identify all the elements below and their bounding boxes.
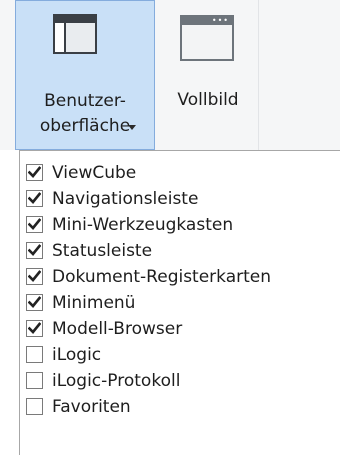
menu-item-mini-werkzeugkasten[interactable]: Mini-Werkzeugkasten (20, 212, 340, 238)
checkmark-icon (28, 296, 41, 308)
menu-item-ilogic[interactable]: iLogic (20, 342, 340, 368)
menu-item-ilogic-protokoll[interactable]: iLogic-Protokoll (20, 368, 340, 394)
checkmark-icon (28, 244, 41, 256)
checkbox[interactable] (26, 242, 43, 259)
menu-item-label: Mini-Werkzeugkasten (52, 215, 234, 235)
menu-item-dokument-registerkarten[interactable]: Dokument-Registerkarten (20, 264, 340, 290)
checkbox[interactable] (26, 398, 43, 415)
ribbon-separator (258, 0, 259, 150)
window-fullscreen-icon: ••• (180, 15, 234, 61)
menu-item-statusleiste[interactable]: Statusleiste (20, 238, 340, 264)
checkbox[interactable] (26, 320, 43, 337)
menu-item-label: Minimenü (52, 293, 136, 313)
user-interface-dropdown-menu: ViewCube Navigationsleiste Mini-Werkzeug… (19, 150, 340, 455)
menu-item-navigationsleiste[interactable]: Navigationsleiste (20, 186, 340, 212)
checkbox[interactable] (26, 346, 43, 363)
menu-item-modell-browser[interactable]: Modell-Browser (20, 316, 340, 342)
menu-item-label: Modell-Browser (52, 319, 183, 339)
user-interface-label-line1: Benutzer- (44, 91, 126, 111)
checkmark-icon (28, 218, 41, 230)
ribbon-panel: Benutzer- oberfläche ••• Vollbild (0, 0, 340, 150)
fullscreen-button[interactable]: ••• Vollbild (160, 0, 256, 150)
menu-item-label: Navigationsleiste (52, 189, 199, 209)
menu-item-label: ViewCube (52, 163, 137, 183)
checkbox[interactable] (26, 216, 43, 233)
checkbox[interactable] (26, 164, 43, 181)
user-interface-button[interactable]: Benutzer- oberfläche (15, 0, 155, 150)
checkbox[interactable] (26, 294, 43, 311)
menu-item-label: iLogic-Protokoll (52, 371, 181, 391)
menu-item-label: Dokument-Registerkarten (52, 267, 272, 287)
checkbox[interactable] (26, 372, 43, 389)
dropdown-arrow-icon[interactable] (128, 125, 136, 130)
menu-item-minimenue[interactable]: Minimenü (20, 290, 340, 316)
menu-item-favoriten[interactable]: Favoriten (20, 394, 340, 420)
menu-item-label: Favoriten (52, 397, 131, 417)
fullscreen-label: Vollbild (177, 90, 239, 110)
checkmark-icon (28, 166, 41, 178)
menu-item-viewcube[interactable]: ViewCube (20, 160, 340, 186)
checkmark-icon (28, 192, 41, 204)
menu-item-label: Statusleiste (52, 241, 153, 261)
menu-item-label: iLogic (52, 345, 102, 365)
checkbox[interactable] (26, 268, 43, 285)
window-with-panels-icon (53, 14, 97, 54)
checkbox[interactable] (26, 190, 43, 207)
checkmark-icon (28, 270, 41, 282)
checkmark-icon (28, 322, 41, 334)
